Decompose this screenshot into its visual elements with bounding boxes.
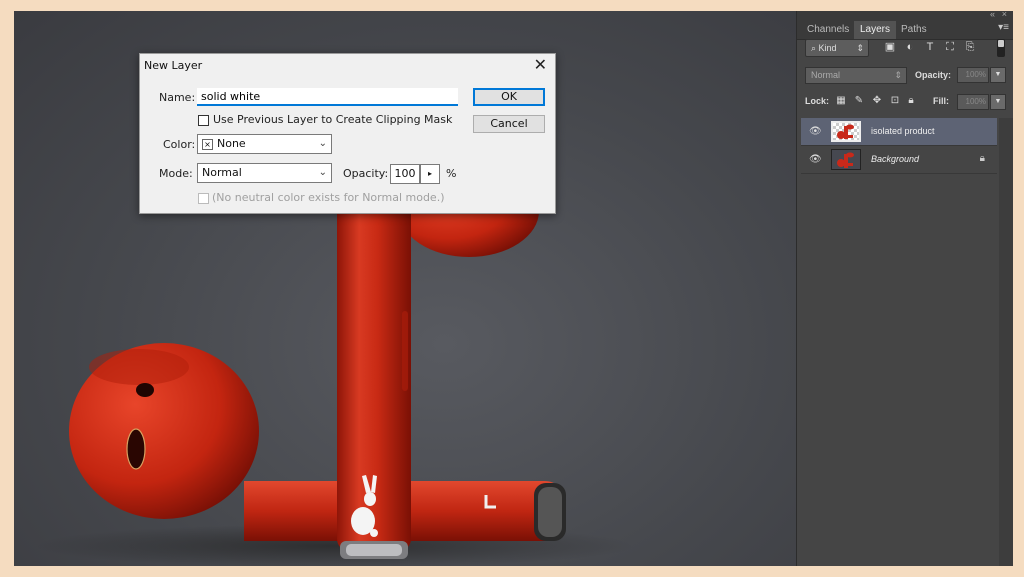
shape-filter-icon[interactable]: ⛶	[943, 40, 957, 54]
lock-label: Lock:	[805, 96, 830, 106]
layer-name-input[interactable]	[197, 88, 458, 106]
layers-list: 👁︎ isolated product 👁︎ Background 🔒︎	[801, 118, 997, 174]
type-filter-icon[interactable]: T	[923, 40, 937, 54]
mode-select[interactable]: Normal ⌄	[197, 163, 332, 183]
visibility-eye-icon[interactable]: 👁︎	[809, 126, 823, 138]
lock-artboard-icon[interactable]: ⊡	[889, 94, 901, 108]
mode-value: Normal	[202, 166, 242, 179]
layer-filter-row: ⌕ Kind ⇕ ▣ ◐ T ⛶ ⎘	[805, 39, 1005, 59]
filter-toggle-switch[interactable]	[997, 39, 1005, 57]
fill-dropdown-icon[interactable]: ▼	[990, 94, 1006, 110]
layer-name[interactable]: isolated product	[871, 126, 935, 136]
layer-thumbnail	[831, 149, 861, 170]
blend-mode-value: Normal	[811, 70, 841, 80]
close-panel-icon[interactable]: ×	[1002, 9, 1007, 19]
tab-layers[interactable]: Layers	[854, 21, 897, 39]
collapse-icon[interactable]: «	[990, 9, 995, 19]
neutral-color-label: (No neutral color exists for Normal mode…	[212, 191, 445, 204]
no-color-swatch-icon: ×	[202, 138, 213, 150]
lock-position-icon[interactable]: ✥	[871, 94, 883, 108]
close-icon[interactable]: ✕	[534, 55, 547, 74]
opacity-dropdown-icon[interactable]: ▼	[990, 67, 1006, 83]
color-value: None	[217, 137, 246, 150]
name-label: Name:	[159, 91, 196, 104]
fill-label: Fill:	[933, 96, 949, 106]
layers-panel: « × Channels Layers Paths ▾≡ ⌕ Kind ⇕ ▣ …	[796, 9, 1013, 566]
blend-mode-select[interactable]: Normal ⇕	[805, 67, 907, 84]
opacity-unit: %	[446, 167, 457, 180]
visibility-eye-icon[interactable]: 👁︎	[809, 154, 823, 166]
color-select[interactable]: × None ⌄	[197, 134, 332, 154]
smart-object-filter-icon[interactable]: ⎘	[963, 40, 977, 54]
dialog-title: New Layer	[144, 59, 203, 72]
chevron-updown-icon: ⇕	[856, 43, 864, 53]
clipping-mask-label: Use Previous Layer to Create Clipping Ma…	[213, 113, 453, 126]
product-thumbnail-icon	[837, 124, 854, 139]
blend-row: Normal ⇕ Opacity: 100% ▼	[805, 67, 1009, 85]
background-thumbnail-icon	[837, 152, 854, 168]
pixel-filter-icon[interactable]: ▣	[883, 40, 897, 54]
layer-thumbnail	[831, 121, 861, 142]
panel-menu-icon[interactable]: ▾≡	[998, 22, 1009, 33]
opacity-field[interactable]: 100%	[957, 67, 989, 83]
opacity-label: Opacity:	[343, 167, 389, 180]
mode-label: Mode:	[159, 167, 193, 180]
panel-header: « ×	[797, 9, 1013, 19]
layer-row-background[interactable]: 👁︎ Background 🔒︎	[801, 146, 997, 174]
lock-row: Lock: ▦ ✎ ✥ ⊡ 🔒︎ Fill: 100% ▼	[805, 94, 1009, 112]
clipping-mask-checkbox[interactable]	[198, 115, 209, 126]
opacity-input[interactable]: 100	[390, 164, 420, 184]
new-layer-dialog: New Layer ✕ Name: OK Cancel Use Previous…	[139, 53, 556, 214]
panel-scrollbar[interactable]	[999, 118, 1013, 566]
ok-button[interactable]: OK	[473, 88, 545, 106]
adjustment-filter-icon[interactable]: ◐	[903, 40, 917, 54]
layer-row-isolated-product[interactable]: 👁︎ isolated product	[801, 118, 997, 146]
color-label: Color:	[163, 138, 196, 151]
search-icon: ⌕	[811, 43, 819, 53]
opacity-slider-toggle-icon[interactable]: ▸	[420, 164, 440, 184]
tab-channels[interactable]: Channels	[801, 21, 855, 39]
neutral-color-checkbox	[198, 193, 209, 204]
lock-transparent-icon[interactable]: ▦	[835, 94, 847, 108]
fill-field[interactable]: 100%	[957, 94, 989, 110]
layer-lock-icon[interactable]: 🔒︎	[980, 153, 985, 164]
lock-all-icon[interactable]: 🔒︎	[905, 94, 917, 108]
chevron-down-icon: ⌄	[318, 167, 327, 178]
lock-image-icon[interactable]: ✎	[853, 94, 865, 108]
chevron-down-icon: ⌄	[318, 138, 327, 149]
panel-tabs: Channels Layers Paths ▾≡	[797, 19, 1013, 40]
cancel-button[interactable]: Cancel	[473, 115, 545, 133]
opacity-label: Opacity:	[915, 70, 952, 80]
layer-name[interactable]: Background	[871, 154, 919, 164]
tab-paths[interactable]: Paths	[895, 21, 933, 39]
kind-filter-select[interactable]: ⌕ Kind ⇕	[805, 39, 869, 57]
kind-label: Kind	[818, 43, 837, 53]
chevron-updown-icon: ⇕	[894, 70, 902, 80]
